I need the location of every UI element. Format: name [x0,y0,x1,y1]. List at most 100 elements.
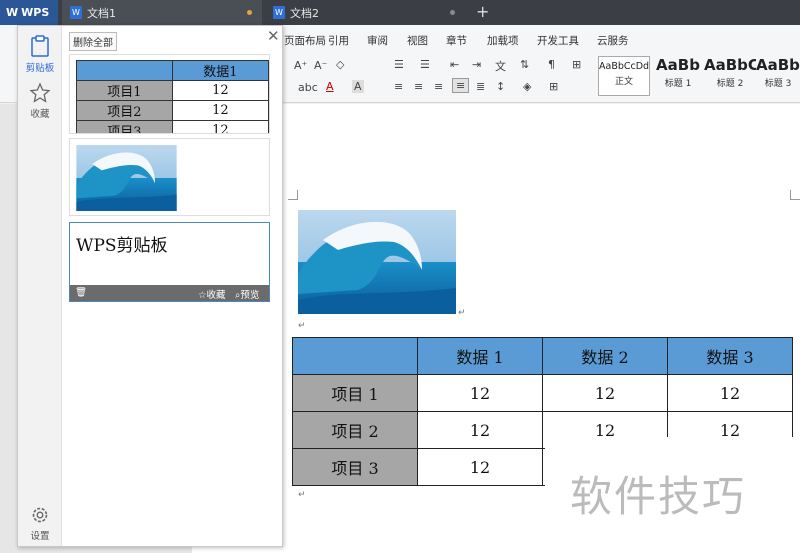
menu-developer[interactable]: 开发工具 [537,33,579,48]
menu-cloud-service[interactable]: 云服务 [597,33,629,48]
table-cell: 12 [171,80,269,101]
table-cell[interactable]: 项目 1 [292,374,418,412]
unsaved-dot-icon [247,10,252,15]
table-cell: 项目1 [76,80,173,101]
watermark-text: 软件技巧 [570,472,747,521]
tab-document-1[interactable]: W 文档1 [62,0,262,25]
menu-addins[interactable]: 加载项 [487,33,519,48]
preview-button[interactable]: ⌕预览 [235,287,259,301]
preview-label: 预览 [240,290,260,301]
wps-logo-icon: W [6,6,19,19]
unsaved-dot-icon [450,10,455,15]
table-cell: 12 [171,120,269,133]
clipboard-icon [31,35,49,57]
clipboard-item-text[interactable]: WPS剪贴板 🗑 ☆收藏 ⌕预览 [69,222,270,302]
numbered-list-icon[interactable]: ☰ [420,58,430,71]
align-center-icon[interactable]: ≡ [414,80,423,93]
margin-corner-mark [790,190,800,200]
title-tab-bar: W WPS W 文档1 W 文档2 + [0,0,800,25]
favorite-button[interactable]: ☆收藏 [198,287,226,301]
table-cell[interactable]: 12 [417,374,543,412]
table-cell[interactable]: 12 [542,374,668,412]
clip-text: WPS剪贴板 [76,236,168,256]
decrease-indent-icon[interactable]: ⇤ [450,58,459,71]
menu-section[interactable]: 章节 [446,33,467,48]
clipboard-item-table[interactable]: 数据1 项目1 12 项目2 12 项目3 12 [69,54,270,134]
clipboard-list: 删除全部 ✕ 数据1 项目1 12 项目2 12 项目3 12 WPS剪贴板 🗑… [62,26,282,546]
table-cell[interactable]: 12 [667,374,793,412]
table-cell[interactable]: 数据 1 [417,337,543,375]
style-preview: AaBbC [704,56,756,74]
clipboard-item-image[interactable] [69,138,270,216]
table-cell[interactable] [292,337,418,375]
char-shading-icon[interactable]: A [352,80,364,93]
table-cell[interactable]: 项目 3 [292,448,418,486]
table-cell[interactable]: 数据 3 [667,337,793,375]
sort-icon[interactable]: ⇅ [520,58,529,71]
style-label: 标题 3 [764,79,792,89]
table-cell [76,60,173,81]
show-marks-icon[interactable]: ¶ [548,58,555,71]
menu-review[interactable]: 审阅 [367,33,388,48]
increase-indent-icon[interactable]: ⇥ [472,58,481,71]
style-preview: AaBbC [756,56,800,74]
favorite-label: 收藏 [206,290,226,301]
sidebar-clipboard-label: 剪贴板 [25,63,55,74]
style-heading-1[interactable]: AaBb 标题 1 [652,56,704,96]
sidebar-settings-label: 设置 [30,531,50,542]
menu-view[interactable]: 视图 [407,33,428,48]
table-header-row: 数据1 [76,60,269,81]
tab-document-2[interactable]: W 文档2 [265,0,465,25]
fill-color-icon[interactable]: ◈ [523,80,531,93]
table-cell[interactable]: 12 [417,411,543,449]
paragraph-mark: ↵ [298,490,306,500]
justify-icon[interactable]: ≡ [452,78,470,93]
align-left-icon[interactable]: ≡ [394,80,403,93]
style-heading-2[interactable]: AaBbC 标题 2 [704,56,756,96]
align-right-icon[interactable]: ≡ [434,80,443,93]
sidebar-favorites-button[interactable]: 收藏 [18,82,62,120]
clear-format-icon[interactable]: ◇ [336,58,344,71]
table-borders-icon[interactable]: ⊞ [572,58,581,71]
watermark-overlay: 软件技巧 [545,437,800,553]
table-cell: 项目2 [76,100,173,121]
trash-icon[interactable]: 🗑 [75,287,87,298]
sidebar-settings-button[interactable]: 设置 [18,504,62,542]
table-cell: 数据1 [171,60,269,81]
close-icon[interactable]: ✕ [267,27,280,45]
style-label: 标题 1 [664,79,692,89]
style-heading-3[interactable]: AaBbC 标题 3 [756,56,800,96]
style-label: 正文 [614,77,633,87]
clear-all-button[interactable]: 删除全部 [69,32,117,51]
pinyin-icon[interactable]: abc [298,81,318,94]
star-icon [29,82,51,103]
table-cell[interactable]: 数据 2 [542,337,668,375]
border-icon[interactable]: ⊞ [549,80,558,93]
wave-image[interactable] [298,210,456,314]
font-shrink-icon[interactable]: A⁻ [314,59,327,72]
menu-references[interactable]: 引用 [328,33,349,48]
new-tab-plus-icon[interactable]: + [476,2,489,21]
font-color-icon[interactable]: A [326,80,334,93]
paragraph-mark: ↵ [298,321,306,331]
sidebar-clipboard-button[interactable]: 剪贴板 [18,34,62,74]
table-cell[interactable]: 12 [417,448,543,486]
clip-item-toolbar: 🗑 ☆收藏 ⌕预览 [70,285,269,301]
chinese-layout-icon[interactable]: 文 [495,58,506,74]
distribute-icon[interactable]: ≣ [476,80,485,93]
table-cell[interactable]: 项目 2 [292,411,418,449]
bullet-list-icon[interactable]: ☰ [394,58,404,71]
menu-page-layout[interactable]: 页面布局 [284,33,326,48]
style-normal[interactable]: AaBbCcDd 正文 [598,56,650,96]
app-name: WPS [21,6,50,19]
writer-doc-icon: W [273,6,285,19]
font-grow-icon[interactable]: A⁺ [294,59,307,72]
style-label: 标题 2 [716,79,744,89]
table-cell: 项目3 [76,120,173,133]
sidebar-favorites-label: 收藏 [30,109,50,120]
writer-doc-icon: W [70,6,82,19]
line-spacing-icon[interactable]: ↕ [496,80,505,93]
tab-label: 文档1 [87,6,116,20]
mini-table: 数据1 项目1 12 项目2 12 项目3 12 [76,60,269,133]
wps-menu-button[interactable]: W WPS [0,0,58,25]
